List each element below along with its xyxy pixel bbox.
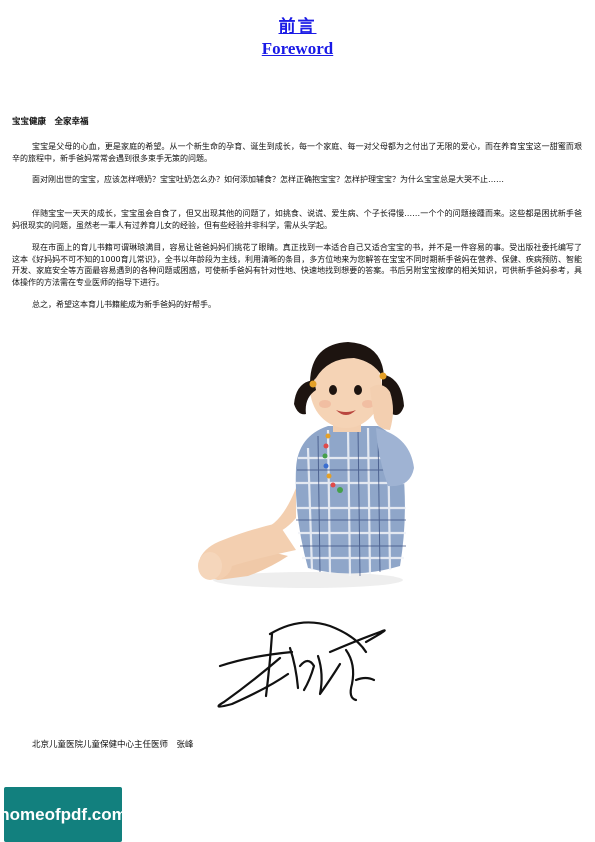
- paragraph-3: 伴随宝宝一天天的成长，宝宝虽会自食了，但又出现其他的问题了，如挑食、说谎、爱生病…: [12, 209, 582, 230]
- author-credit: 北京儿童医院儿童保健中心主任医师 张峰: [32, 740, 194, 750]
- author-signature: [217, 621, 386, 708]
- watermark-logo: homeofpdf.com: [0, 787, 127, 842]
- paragraph-5: 总之，希望这本育儿书籍能成为新手爸妈的好帮手。: [32, 300, 216, 309]
- paragraph-2: 面对刚出世的宝宝，应该怎样喂奶？宝宝吐奶怎么办？如何添加辅食？怎样正确抱宝宝？怎…: [32, 175, 504, 184]
- baby-photo: [198, 342, 414, 588]
- paragraph-4: 现在市面上的育儿书籍可谓琳琅满目，容易让爸爸妈妈们挑花了眼睛。真正找到一本适合自…: [12, 243, 582, 287]
- title-block: 前言 Foreword: [0, 12, 595, 59]
- title-chinese-link[interactable]: 前言: [279, 12, 317, 37]
- title-english-link[interactable]: Foreword: [262, 39, 333, 59]
- section-heading: 宝宝健康 全家幸福: [12, 117, 89, 127]
- paragraph-1: 宝宝是父母的心血，更是家庭的希望。从一个新生命的孕育、诞生到成长，每一个家庭、每…: [12, 142, 582, 163]
